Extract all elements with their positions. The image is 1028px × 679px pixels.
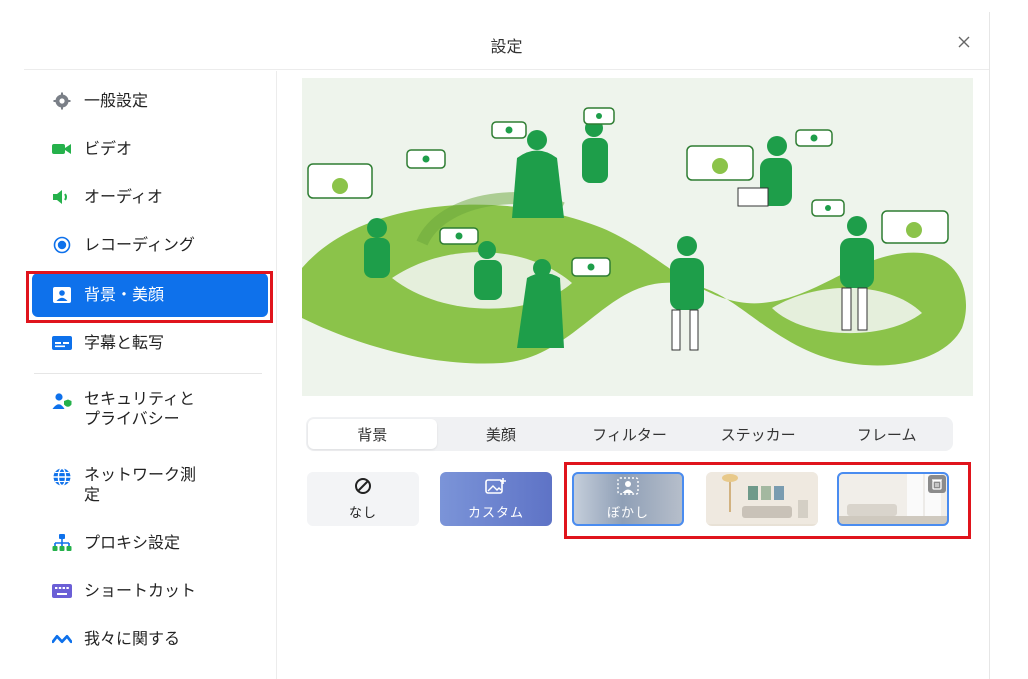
sidebar-item-security-privacy[interactable]: セキュリティと プライバシー <box>32 385 268 433</box>
close-icon[interactable] <box>952 30 976 54</box>
brand-wave-icon <box>52 629 72 649</box>
sidebar-item-label: 字幕と転写 <box>84 333 165 352</box>
background-tile-label: なし <box>348 506 377 521</box>
tab-frame[interactable]: フレーム <box>822 419 951 449</box>
tab-sticker[interactable]: ステッカー <box>694 419 823 449</box>
background-none-tile[interactable]: なし <box>307 472 419 526</box>
sidebar-item-label: オーディオ <box>84 187 163 206</box>
sidebar-item-about[interactable]: 我々に関する <box>32 617 268 661</box>
background-tile-label: カスタム <box>467 506 524 521</box>
shield-user-icon <box>52 391 72 411</box>
sidebar-item-video[interactable]: ビデオ <box>32 127 268 171</box>
tab-filter[interactable]: フィルター <box>565 419 694 449</box>
sidebar-item-label: プロキシ設定 <box>84 533 181 552</box>
caption-icon <box>52 333 72 353</box>
tab-background[interactable]: 背景 <box>308 419 437 449</box>
background-custom-tile[interactable]: カスタム <box>440 472 552 526</box>
title-bar: 設定 <box>24 18 989 70</box>
sidebar-item-label-line1: セキュリティと <box>84 389 196 408</box>
window-title: 設定 <box>490 37 523 56</box>
sidebar-item-label: 一般設定 <box>84 91 149 110</box>
sidebar-item-audio[interactable]: オーディオ <box>32 175 268 219</box>
sidebar-item-proxy[interactable]: プロキシ設定 <box>32 521 268 565</box>
sidebar-item-label-line2: プライバシー <box>84 409 180 428</box>
sidebar-item-label: ビデオ <box>84 139 133 158</box>
sidebar-divider <box>34 373 262 374</box>
highlight-frame-background-tiles <box>564 462 971 539</box>
settings-window: 設定 一般設定 ビデオ オーディオ レコーディング 背景・美顔 字幕と転写 セキ… <box>0 0 1028 679</box>
no-entry-icon <box>354 477 372 499</box>
sidebar-item-label: セキュリティと プライバシー <box>84 389 195 429</box>
keyboard-icon <box>52 581 72 601</box>
network-tree-icon <box>52 533 72 553</box>
globe-icon <box>52 467 72 487</box>
window-edge <box>989 12 990 679</box>
sidebar-item-label: ショートカット <box>84 581 197 600</box>
background-hero-illustration <box>302 78 973 396</box>
highlight-frame-sidebar <box>26 271 273 323</box>
sidebar-item-label-line2: 定 <box>84 485 101 504</box>
sidebar-item-general[interactable]: 一般設定 <box>32 79 268 123</box>
video-camera-icon <box>52 139 72 159</box>
sidebar-item-label: 我々に関する <box>84 629 181 648</box>
sidebar: 一般設定 ビデオ オーディオ レコーディング 背景・美顔 字幕と転写 セキュリテ… <box>24 71 277 679</box>
sidebar-item-recording[interactable]: レコーディング <box>32 223 268 267</box>
sidebar-item-shortcuts[interactable]: ショートカット <box>32 569 268 613</box>
sidebar-item-network-test[interactable]: ネットワーク測 定 <box>32 461 268 509</box>
record-icon <box>52 235 72 255</box>
background-category-tabs: 背景 美顔 フィルター ステッカー フレーム <box>306 417 953 451</box>
sidebar-item-label: ネットワーク測 定 <box>84 465 196 505</box>
add-image-icon <box>485 477 507 499</box>
gear-icon <box>52 91 72 111</box>
sidebar-item-label-line1: ネットワーク測 <box>84 465 197 484</box>
sidebar-item-label: レコーディング <box>84 235 195 254</box>
tab-beauty[interactable]: 美顔 <box>437 419 566 449</box>
sidebar-item-captions[interactable]: 字幕と転写 <box>32 321 268 365</box>
speaker-icon <box>52 187 72 207</box>
